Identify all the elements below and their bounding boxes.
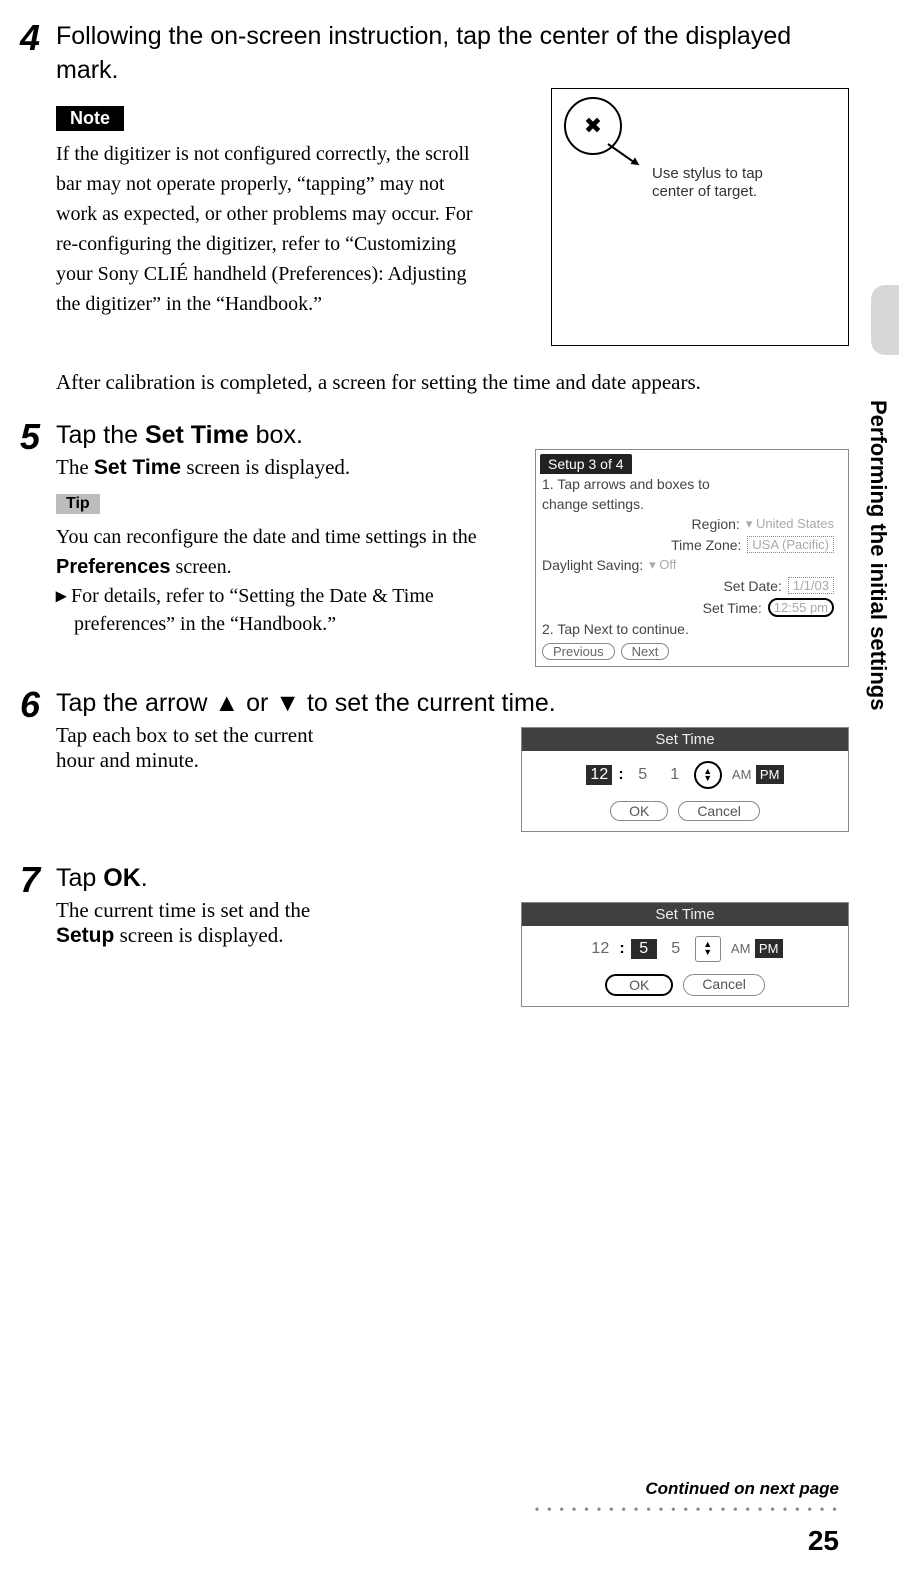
hour-segment: 12 [586,765,612,785]
step-number-7: 7 [20,862,50,898]
minute-tens-segment-2: 5 [631,939,657,959]
calibration-figure: ✖ Use stylus to tap center of target. [551,88,849,346]
step-number-4: 4 [20,20,50,56]
pm-segment: PM [756,765,784,784]
step-number-6: 6 [20,687,50,723]
colon-icon-2: : [619,940,624,958]
am-segment-2: AM [727,939,755,958]
am-segment: AM [728,765,756,784]
setup-instr-line2: 2. Tap Next to continue. [536,619,848,639]
fig1-text-line1: Use stylus to tap [652,165,763,183]
tip-text-post: screen. [171,556,232,578]
dst-value: ▾ Off [649,557,676,573]
settime-figure-2: Set Time 12 : 5 5 ▲▼ AM PM OK Cancel [521,902,849,1007]
note-badge: Note [56,106,124,131]
step6-title: Tap the arrow ▲ or ▼ to set the current … [56,687,849,721]
step7-sub-bold: Setup [56,924,114,947]
next-button: Next [621,643,670,660]
step5-title-bold: Set Time [145,421,249,449]
region-label: Region: [692,516,740,532]
step4-after-text: After calibration is completed, a screen… [56,366,849,400]
step4-title: Following the on-screen instruction, tap… [56,20,849,88]
step7-title-pre: Tap [56,864,103,892]
tip-text-bold: Preferences [56,556,171,578]
timezone-value: USA (Pacific) [747,536,834,553]
crosshair-icon: ✖ [584,113,602,139]
settime-figure-1: Set Time 12 : 5 1 ▲▼ AM PM OK Cancel [521,727,849,832]
region-value: ▾ United States [746,516,834,532]
tip-detail-text: For details, refer to “Setting the Date … [56,582,514,638]
pointer-arrow-icon [630,157,641,168]
time-spinner-icon-2: ▲▼ [695,936,721,962]
timezone-label: Time Zone: [671,537,741,553]
step5-sub-bold: Set Time [94,456,181,479]
ok-button: OK [610,801,668,821]
fig1-text-line2: center of target. [652,183,763,201]
pm-segment-2: PM [755,939,783,958]
page-number: 25 [808,1525,839,1557]
time-spinner-icon: ▲▼ [694,761,722,789]
setup-tab-label: Setup 3 of 4 [540,454,632,474]
tip-badge: Tip [56,494,100,514]
cancel-button-2: Cancel [683,974,765,996]
setup-screen-figure: Setup 3 of 4 1. Tap arrows and boxes to … [535,449,849,667]
step-number-5: 5 [20,419,50,455]
continued-label: Continued on next page [645,1479,839,1499]
dots-decor: • • • • • • • • • • • • • • • • • • • • … [534,1503,839,1519]
step5-sub-post: screen is displayed. [181,455,350,479]
settime-value: 12:55 pm [768,598,834,617]
step5-title-pre: Tap the [56,421,145,449]
setdate-value: 1/1/03 [788,577,834,594]
minute-ones-segment-2: 5 [663,939,689,959]
tip-text-pre: You can reconfigure the date and time se… [56,526,477,548]
settime2-titlebar: Set Time [522,903,848,926]
step5-sub-pre: The [56,455,94,479]
dst-label: Daylight Saving: [542,557,643,573]
hour-segment-2: 12 [587,939,613,959]
magnifier-handle [607,143,633,162]
previous-button: Previous [542,643,615,660]
cancel-button: Cancel [678,801,760,821]
step4-note-text: If the digitizer is not configured corre… [56,139,486,319]
step7-title-bold: OK [103,864,141,892]
minute-ones-segment: 1 [662,765,688,785]
setup-instr-line1: 1. Tap arrows and boxes to [536,474,848,494]
setup-instr-line1b: change settings. [536,494,848,514]
step7-title-post: . [141,864,148,892]
setdate-label: Set Date: [723,578,781,594]
ok-button-selected: OK [605,974,673,996]
step5-title-post: box. [249,421,303,449]
colon-icon: : [618,766,623,784]
step7-sub-line2: screen is displayed. [114,923,283,947]
settime-label: Set Time: [703,600,762,616]
minute-tens-segment: 5 [630,765,656,785]
settime-titlebar: Set Time [522,728,848,751]
